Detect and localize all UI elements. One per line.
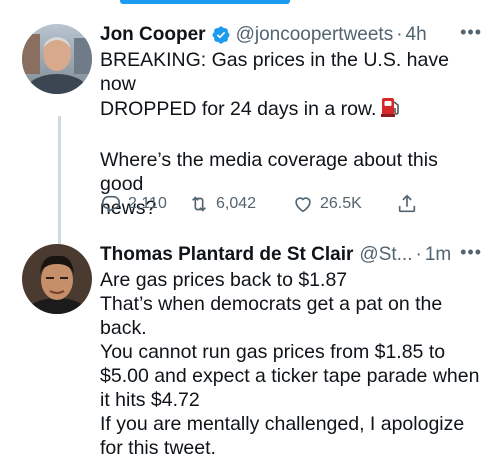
tweet-header: Thomas Plantard de St Clair @St... · 1m (100, 242, 486, 268)
reply-button[interactable]: 2,110 (100, 192, 167, 216)
tweet-line: back. (100, 317, 147, 339)
tweet-body: Jon Cooper @joncoopertweets · 4h ••• BRE… (100, 22, 486, 220)
reply-count: 2,110 (128, 195, 167, 212)
author-name[interactable]: Jon Cooper (100, 22, 206, 48)
verified-badge-icon (211, 25, 231, 45)
heart-icon (295, 197, 311, 213)
tweet-line: BREAKING: Gas prices in the U.S. have no… (100, 49, 449, 95)
like-count: 26.5K (320, 195, 362, 212)
tweet-actions: 2,110 6,042 26.5K (100, 192, 480, 216)
tweet-body: Thomas Plantard de St Clair @St... · 1m … (100, 242, 486, 460)
tweet-line: for this tweet. (100, 437, 216, 459)
avatar[interactable] (22, 244, 92, 314)
tweet-line: If you are mentally challenged, I apolog… (100, 413, 465, 435)
tweet-text: Are gas prices back to $1.87 That’s when… (100, 268, 486, 460)
tweet-header: Jon Cooper @joncoopertweets · 4h (100, 22, 486, 48)
tweet-line: That’s when democrats get a pat on the (100, 293, 443, 315)
tweet-line: Where’s the media coverage about this go… (100, 149, 438, 195)
author-name[interactable]: Thomas Plantard de St Clair (100, 242, 353, 268)
tweet-line: Are gas prices back to $1.87 (100, 269, 348, 291)
share-icon (398, 194, 416, 213)
tab-indicator (120, 0, 290, 4)
retweet-icon (191, 196, 207, 212)
tweet-line: DROPPED for 24 days in a row. (100, 96, 486, 124)
reply-icon (101, 195, 121, 213)
more-options-icon[interactable]: ••• (460, 242, 482, 262)
more-options-icon[interactable]: ••• (460, 22, 482, 42)
tweet-time[interactable]: 1m (425, 242, 451, 268)
tweet-thomas-plantard[interactable]: Thomas Plantard de St Clair @St... · 1m … (0, 236, 500, 464)
separator-dot: · (415, 244, 422, 265)
tweet-time[interactable]: 4h (406, 22, 427, 48)
tweet-jon-cooper[interactable]: Jon Cooper @joncoopertweets · 4h ••• BRE… (0, 14, 500, 244)
share-button[interactable] (396, 192, 424, 216)
author-handle[interactable]: @St... (359, 242, 412, 268)
author-handle[interactable]: @joncoopertweets (236, 22, 394, 48)
retweet-button[interactable]: 6,042 (188, 192, 256, 216)
separator-dot: · (396, 24, 403, 45)
thread-connector (58, 116, 61, 244)
avatar[interactable] (22, 24, 92, 94)
tweet-line: You cannot run gas prices from $1.85 to (100, 341, 446, 363)
like-button[interactable]: 26.5K (292, 192, 362, 216)
tweet-line: $5.00 and expect a ticker tape parade wh… (100, 365, 480, 387)
tweet-line: it hits $4.72 (100, 389, 200, 411)
retweet-count: 6,042 (216, 195, 257, 212)
fuel-pump-icon (380, 96, 402, 124)
